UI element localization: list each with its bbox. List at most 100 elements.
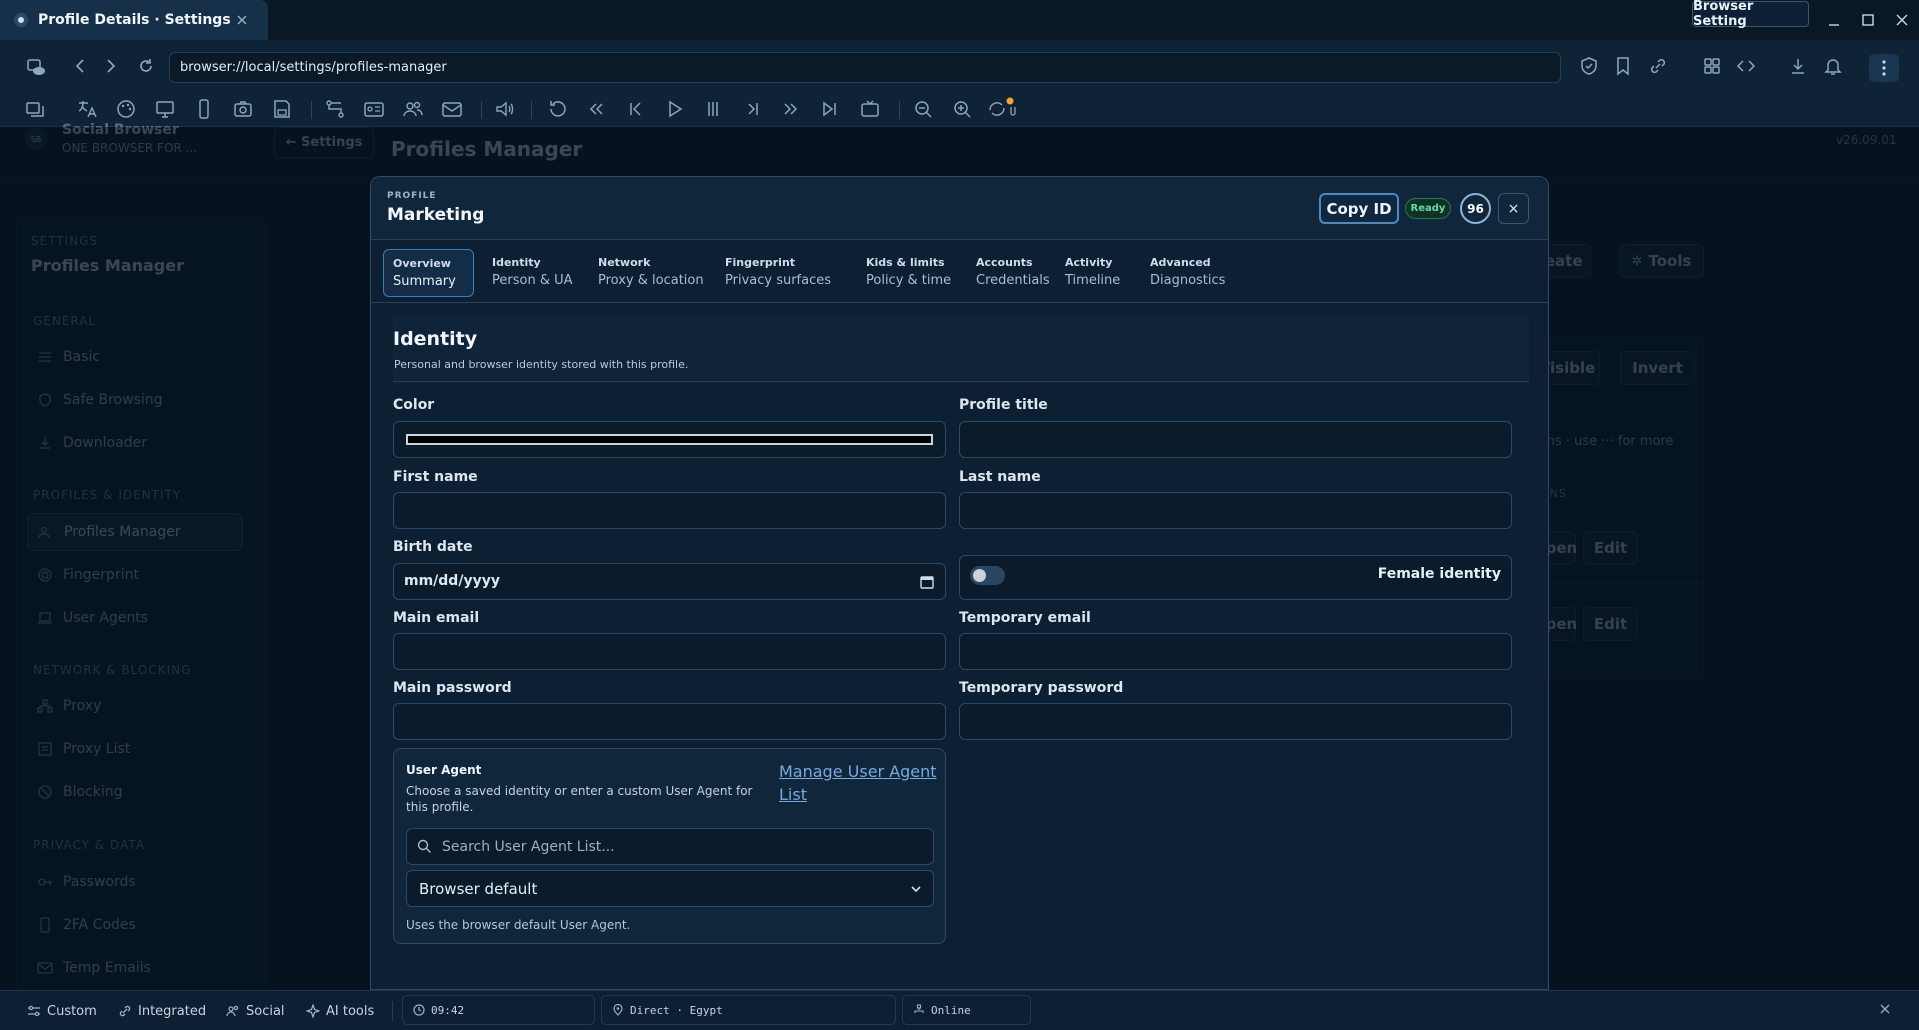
last-name-input[interactable] [959,492,1512,529]
sync-icon[interactable] [985,97,1019,121]
tab-kids-limits[interactable]: Kids & limits Policy & time [857,249,960,297]
tab-close-icon[interactable] [234,12,250,28]
step-forward-icon[interactable] [740,97,764,121]
zoom-in-icon[interactable] [950,97,974,121]
ai-tools-button[interactable]: AI tools [306,1001,374,1021]
tab-identity[interactable]: Identity Person & UA [483,249,582,297]
bookmark-icon[interactable] [1612,55,1634,77]
female-identity-toggle[interactable] [970,566,1005,585]
last-name-label: Last name [959,469,1041,485]
female-identity-label: Female identity [1377,566,1501,582]
female-identity-field[interactable]: Female identity [959,555,1512,600]
tv-icon[interactable] [858,97,882,121]
fast-forward-icon[interactable] [779,97,803,121]
address-bar[interactable]: browser://local/settings/profiles-manage… [169,52,1561,83]
maximize-icon[interactable] [1858,10,1878,30]
download-icon[interactable] [1787,55,1809,77]
custom-button[interactable]: Custom [27,1001,97,1021]
manage-user-agent-link[interactable]: Manage User Agent List [779,760,939,806]
user-agent-search-input[interactable]: Search User Agent List... [406,828,934,865]
social-label: Social [246,1003,285,1019]
palette-icon[interactable] [114,97,138,121]
browser-setting-button[interactable]: Browser Setting [1692,0,1809,29]
main-email-input[interactable] [393,633,946,670]
color-input[interactable] [393,421,946,458]
extensions-icon[interactable] [1701,55,1723,77]
tab-fingerprint[interactable]: Fingerprint Privacy surfaces [716,249,840,297]
color-swatch [406,434,933,445]
social-button[interactable]: Social [226,1001,285,1021]
tab-key: Activity [1065,256,1113,269]
tab-value: Diagnostics [1150,273,1226,288]
zoom-out-icon[interactable] [911,97,935,121]
sidebar-toggle-icon[interactable] [25,56,47,78]
translate-icon[interactable] [75,97,99,121]
close-icon: × [1507,200,1520,217]
camera-icon[interactable] [231,97,255,121]
tab-advanced[interactable]: Advanced Diagnostics [1141,249,1234,297]
toolbar-separator [899,101,900,119]
tab-key: Fingerprint [725,256,796,269]
first-name-input[interactable] [393,492,946,529]
temporary-password-input[interactable] [959,703,1512,740]
mail-icon[interactable] [440,97,464,121]
temporary-email-input[interactable] [959,633,1512,670]
user-agent-select[interactable]: Browser default [406,870,934,907]
custom-label: Custom [47,1003,97,1019]
windows-icon[interactable] [23,97,47,121]
status-close-icon[interactable] [1877,1001,1893,1017]
modal-close-button[interactable]: × [1498,193,1529,224]
skip-end-icon[interactable] [818,97,842,121]
play-icon[interactable] [662,97,686,121]
save-icon[interactable] [270,97,294,121]
rewind-icon[interactable] [584,97,608,121]
users-icon[interactable] [401,97,425,121]
temporary-email-label: Temporary email [959,610,1091,626]
copy-id-button[interactable]: Copy ID [1319,193,1399,224]
tab-network[interactable]: Network Proxy & location [589,249,713,297]
forward-icon[interactable] [100,55,122,77]
clock-indicator: 09:42 [402,995,595,1025]
toolbar-separator [311,101,312,119]
main-password-input[interactable] [393,703,946,740]
reload-icon[interactable] [135,55,157,77]
temporary-password-label: Temporary password [959,680,1124,696]
birth-date-input[interactable]: mm/dd/yyyy [393,563,946,600]
location-pin-icon [612,1004,624,1016]
status-separator [392,1001,393,1021]
back-icon[interactable] [69,55,91,77]
pause-icon[interactable] [701,97,725,121]
window-close-icon[interactable] [1892,10,1912,30]
tab-accounts[interactable]: Accounts Credentials [967,249,1059,297]
id-card-icon[interactable] [362,97,386,121]
url-text: browser://local/settings/profiles-manage… [180,60,447,75]
tab-activity[interactable]: Activity Timeline [1056,249,1129,297]
browser-tab[interactable]: Profile Details · Settings [0,0,268,40]
modal-tabs: Overview Summary Identity Person & UA Netw… [371,240,1548,303]
monitor-icon[interactable] [153,97,177,121]
bell-icon[interactable] [1822,55,1844,77]
link-icon[interactable] [1647,55,1669,77]
sliders-icon [27,1004,41,1018]
tab-value: Proxy & location [598,273,704,288]
calendar-icon[interactable] [919,574,935,590]
integrated-button[interactable]: Integrated [118,1001,206,1021]
tab-key: Network [598,256,651,269]
code-icon[interactable] [1735,55,1757,77]
birth-date-label: Birth date [393,539,473,555]
workflow-icon[interactable] [323,97,347,121]
speaker-icon[interactable] [493,97,517,121]
profile-title-input[interactable] [959,421,1512,458]
minimize-icon[interactable] [1824,10,1844,30]
search-icon [417,839,432,854]
profile-title-label: Profile title [959,397,1048,413]
network-indicator: Online [902,995,1031,1025]
menu-button[interactable] [1869,54,1899,82]
shield-icon[interactable] [1578,55,1600,77]
route-indicator[interactable]: Direct · Egypt [601,995,896,1025]
tab-overview[interactable]: Overview Summary [383,249,474,297]
mobile-icon[interactable] [192,97,216,121]
skip-back-icon[interactable] [623,97,647,121]
user-agent-note: Uses the browser default User Agent. [406,918,631,932]
undo-icon[interactable] [545,97,569,121]
